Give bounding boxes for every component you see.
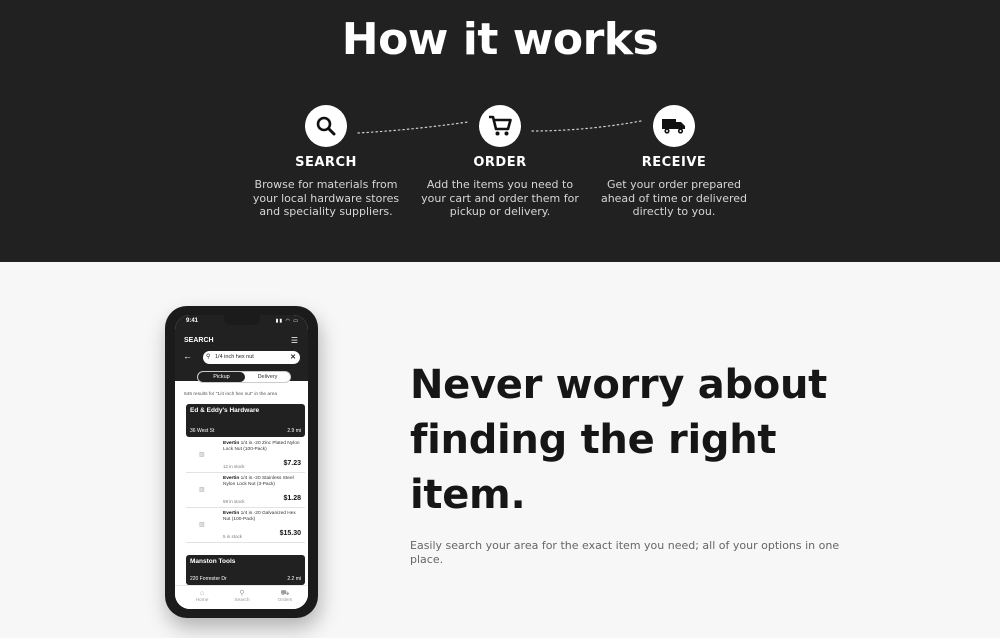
search-icon (305, 105, 347, 147)
product-item[interactable]: ▨ Evertin 1/4 in.-20 Galvanized Hex Nut … (186, 508, 305, 543)
product-title: Evertin 1/4 in.-20 Zinc Plated Nylon Loc… (223, 441, 300, 452)
step-receive: RECEIVE Get your order prepared ahead of… (574, 105, 774, 219)
step-label: SEARCH (295, 155, 357, 170)
truck-icon (653, 105, 695, 147)
product-item[interactable]: ▨ Evertin 1/4 in.-20 Stainless Steel Nyl… (186, 473, 305, 508)
results-count: 645 results for "1/4 inch hex nut" in th… (184, 392, 278, 397)
fulfillment-toggle: Pickup Delivery (197, 371, 291, 383)
store-name: Ed & Eddy's Hardware (190, 407, 260, 414)
store-address: 220 Forrester Dr (190, 576, 227, 582)
phone-mockup: 9:41 ▮▮ ◠ ▭ SEARCH ☰ ← ⚲ 1/4 inch hex nu… (165, 306, 318, 618)
cart-icon (479, 105, 521, 147)
step-label: ORDER (473, 155, 527, 170)
product-stock: 5 in stock (223, 534, 243, 539)
menu-icon[interactable]: ☰ (291, 336, 298, 345)
nav-orders[interactable]: ⛟ Orders (270, 589, 300, 603)
clear-icon[interactable]: ✕ (290, 351, 296, 364)
home-icon: ⌂ (199, 590, 205, 597)
step-label: RECEIVE (641, 155, 707, 170)
product-item[interactable]: ▨ Evertin 1/4 in.-20 Zinc Plated Nylon L… (186, 438, 305, 473)
step-description: Add the items you need to your cart and … (421, 178, 579, 218)
truck-icon: ⛟ (280, 590, 290, 597)
nav-label: Search (234, 598, 250, 603)
app-title: SEARCH (184, 337, 214, 344)
phone-screen: 9:41 ▮▮ ◠ ▭ SEARCH ☰ ← ⚲ 1/4 inch hex nu… (175, 315, 308, 609)
nav-search[interactable]: ⚲ Search (227, 589, 257, 603)
store-address: 36 West St (190, 428, 215, 434)
product-stock: 59 in stock (223, 499, 245, 504)
store-distance: 2.9 mi (287, 428, 301, 434)
search-icon: ⚲ (239, 590, 245, 597)
product-brand: Evertin (223, 441, 240, 446)
back-arrow-icon[interactable]: ← (183, 351, 192, 361)
store-card[interactable]: Ed & Eddy's Hardware 36 West St 2.9 mi (186, 404, 305, 437)
status-time: 9:41 (186, 318, 199, 324)
product-stock: 12 in stock (223, 464, 245, 469)
search-icon: ⚲ (206, 354, 211, 360)
product-title: Evertin 1/4 in.-20 Stainless Steel Nylon… (223, 476, 294, 487)
product-brand: Evertin (223, 476, 240, 481)
status-icons: ▮▮ ◠ ▭ (275, 318, 299, 324)
product-brand: Evertin (223, 511, 240, 516)
hero-subtitle: Easily search your area for the exact it… (410, 539, 840, 566)
hero-title: Never worry about finding the right item… (410, 362, 827, 518)
delivery-tab[interactable]: Delivery (244, 372, 291, 382)
search-input[interactable]: ⚲ 1/4 inch hex nut ✕ (203, 351, 300, 364)
product-title: Evertin 1/4 in.-20 Galvanized Hex Nut (1… (223, 511, 296, 522)
product-list: ▨ Evertin 1/4 in.-20 Zinc Plated Nylon L… (186, 438, 305, 543)
phone-notch (224, 315, 260, 325)
bottom-nav: ⌂ Home ⚲ Search ⛟ Orders (175, 585, 308, 609)
search-input-value: 1/4 inch hex nut (215, 354, 254, 360)
nav-label: Orders (277, 598, 293, 603)
store-card[interactable]: Manston Tools 220 Forrester Dr 2.2 mi (186, 555, 305, 585)
step-description: Browse for materials from your local har… (252, 178, 400, 218)
nav-home[interactable]: ⌂ Home (187, 589, 217, 603)
image-placeholder-icon: ▨ (199, 522, 205, 528)
pickup-tab[interactable]: Pickup (198, 372, 245, 382)
image-placeholder-icon: ▨ (199, 487, 205, 493)
step-order: ORDER Add the items you need to your car… (400, 105, 600, 219)
product-price: $15.30 (279, 530, 301, 537)
store-name: Manston Tools (190, 558, 236, 565)
image-placeholder-icon: ▨ (199, 452, 205, 458)
product-price: $1.28 (283, 495, 301, 502)
step-description: Get your order prepared ahead of time or… (600, 178, 748, 218)
store-distance: 2.2 mi (287, 576, 301, 582)
step-search: SEARCH Browse for materials from your lo… (226, 105, 426, 219)
nav-label: Home (195, 598, 209, 603)
how-it-works-section: How it works SEARCH Browse for materials… (0, 0, 1000, 262)
product-price: $7.23 (283, 460, 301, 467)
